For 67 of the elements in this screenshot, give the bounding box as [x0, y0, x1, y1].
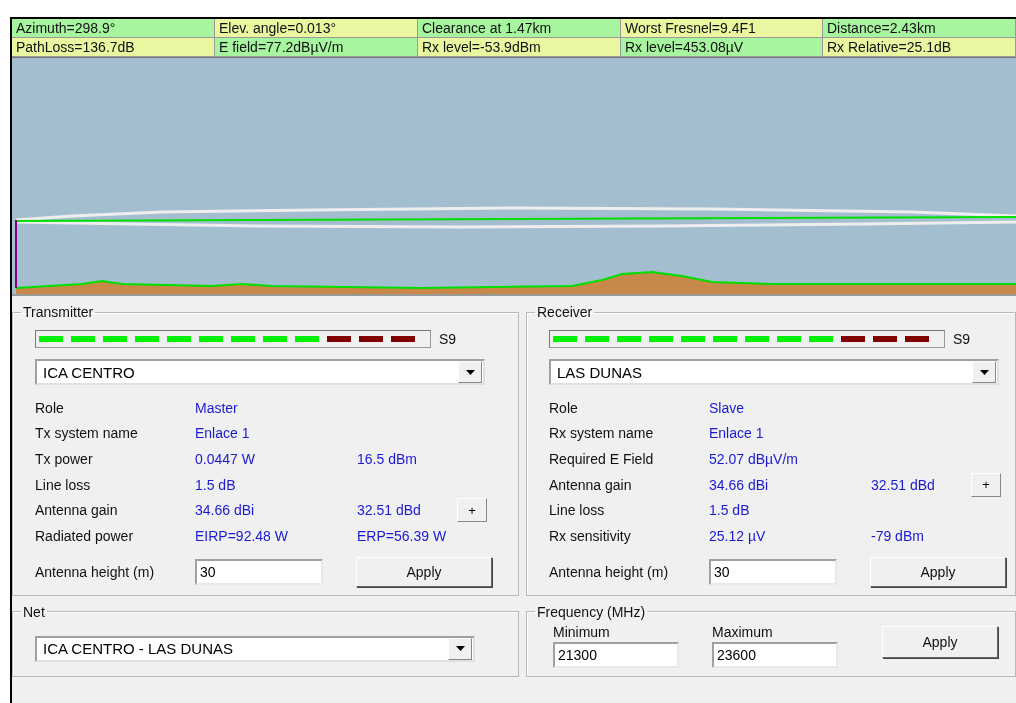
info-cell: E field=77.2dBµV/m: [215, 38, 418, 57]
field-label: Maximum: [712, 623, 774, 640]
field-label: Minimum: [553, 623, 611, 640]
caret-icon: [455, 646, 465, 652]
info-cell: Clearance at 1.47km: [418, 19, 621, 38]
field-label: Line loss: [549, 502, 606, 519]
field-label: Tx system name: [35, 425, 139, 442]
field-value: 52.07 dBµV/m: [709, 451, 799, 467]
site-dropdown[interactable]: ICA CENTRO: [35, 359, 485, 385]
field-label: Required E Field: [549, 451, 655, 467]
info-cell: Rx level=-53.9dBm: [418, 38, 621, 57]
dropdown-button[interactable]: [972, 361, 996, 383]
field-value: ERP=56.39 W: [357, 527, 448, 544]
height-field[interactable]: 30: [195, 558, 323, 585]
info-cell: Distance=2.43km: [823, 19, 1016, 38]
info-cell: PathLoss=136.7dB: [12, 38, 215, 57]
field-label: Rx system name: [549, 425, 655, 442]
field-value: Master: [195, 399, 239, 416]
frequency-field[interactable]: 23600: [712, 641, 838, 668]
plus-button[interactable]: +: [457, 498, 487, 523]
field-label: Role: [549, 399, 579, 416]
frequency-field[interactable]: 21300: [553, 641, 679, 668]
plus-button[interactable]: +: [971, 472, 1001, 497]
field-value: 34.66 dBi: [709, 476, 770, 493]
field-value: 16.5 dBm: [357, 451, 418, 467]
meter-label: S9: [439, 331, 457, 347]
field-label: Antenna height (m): [35, 563, 156, 580]
apply-button[interactable]: Apply: [356, 556, 492, 587]
field-label: Line loss: [35, 476, 92, 493]
field-value: Enlace 1: [709, 425, 765, 442]
field-label: Antenna gain: [35, 502, 119, 519]
field-value: 0.0447 W: [195, 451, 256, 467]
info-cell: Worst Fresnel=9.4F1: [621, 19, 823, 38]
field-value: 1.5 dB: [195, 476, 237, 493]
group-title: Frequency (MHz): [537, 603, 646, 620]
info-cell: Elev. angle=0.013°: [215, 19, 418, 38]
field-value: EIRP=92.48 W: [195, 527, 289, 544]
net-dropdown[interactable]: ICA CENTRO - LAS DUNAS: [35, 635, 475, 662]
height-field[interactable]: 30: [709, 558, 837, 585]
group-title: Transmitter: [23, 304, 94, 320]
dropdown-button[interactable]: [458, 361, 482, 383]
site-dropdown[interactable]: LAS DUNAS: [549, 359, 999, 385]
apply-button[interactable]: Apply: [882, 625, 998, 658]
dropdown-button[interactable]: [448, 637, 472, 660]
apply-button[interactable]: Apply: [870, 556, 1006, 587]
field-label: Radiated power: [35, 527, 135, 544]
field-label: Antenna height (m): [549, 563, 670, 580]
field-value: 25.12 µV: [709, 527, 767, 544]
group-title: Receiver: [537, 304, 593, 320]
field-label: Tx power: [35, 451, 94, 467]
info-cell: Rx level=453.08µV: [621, 38, 823, 57]
meter-label: S9: [953, 331, 971, 347]
caret-icon: [979, 369, 989, 375]
field-label: Role: [35, 399, 65, 416]
field-value: Slave: [709, 399, 746, 416]
field-label: Antenna gain: [549, 476, 633, 493]
field-value: 34.66 dBi: [195, 502, 256, 519]
info-cell: Rx Relative=25.1dB: [823, 38, 1016, 57]
field-value: Enlace 1: [195, 425, 251, 442]
field-label: Rx sensitivity: [549, 527, 632, 544]
group-title: Net: [23, 603, 45, 620]
field-value: 32.51 dBd: [357, 502, 422, 519]
field-value: 32.51 dBd: [871, 476, 936, 493]
caret-icon: [465, 369, 475, 375]
info-cell: Azimuth=298.9°: [12, 19, 215, 38]
field-value: 1.5 dB: [709, 502, 751, 519]
field-value: -79 dBm: [871, 527, 925, 544]
